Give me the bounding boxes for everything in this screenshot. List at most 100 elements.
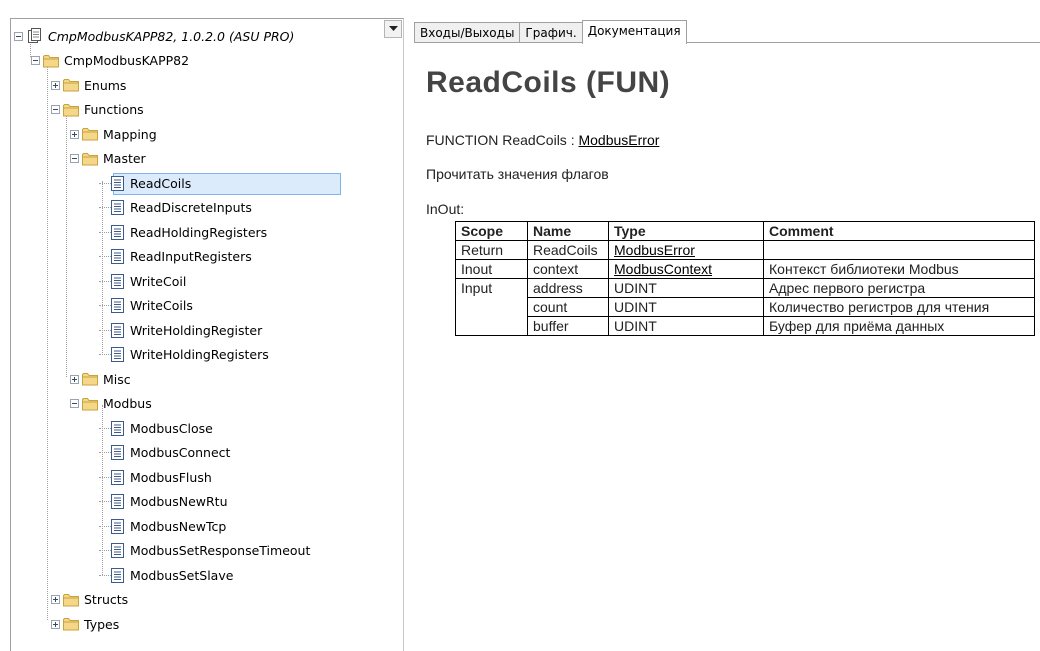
cell-name: ReadCoils bbox=[527, 240, 609, 260]
tree-item-modbusnewtcp[interactable]: ModbusNewTcp bbox=[99, 515, 227, 537]
tree-item-modbussetslave[interactable]: ModbusSetSlave bbox=[99, 564, 233, 586]
table-row: buffer UDINT Буфер для приёма данных bbox=[455, 316, 1035, 336]
tree-folder-misc[interactable]: Misc bbox=[70, 368, 131, 390]
documentation-panel: Входы/Выходы Графич. Документация ReadCo… bbox=[414, 18, 1040, 650]
tree-item-label: CmpModbusKAPP82, 1.0.2.0 (ASU PRO) bbox=[48, 28, 295, 44]
tree-branch-line bbox=[99, 574, 111, 576]
document-icon bbox=[111, 518, 124, 534]
tree-folder-mapping[interactable]: Mapping bbox=[70, 123, 157, 145]
library-icon bbox=[28, 28, 41, 43]
cell-comment: Адрес первого регистра bbox=[763, 278, 1035, 298]
tree-connector bbox=[47, 61, 48, 620]
tree-item-modbussetresponsetimeout[interactable]: ModbusSetResponseTimeout bbox=[99, 540, 310, 562]
tree-item-modbusclose[interactable]: ModbusClose bbox=[99, 417, 213, 439]
tree-folder-master[interactable]: Master bbox=[70, 148, 146, 170]
tree-item-readholdingregisters[interactable]: ReadHoldingRegisters bbox=[99, 221, 268, 243]
expand-toggle-icon[interactable] bbox=[51, 595, 60, 604]
signature-prefix: FUNCTION ReadCoils : bbox=[426, 132, 579, 148]
expand-toggle-icon[interactable] bbox=[70, 129, 79, 139]
tree-branch-line bbox=[99, 476, 111, 478]
type-link[interactable]: ModbusContext bbox=[614, 261, 712, 277]
cell-name: count bbox=[527, 297, 609, 317]
tree-item-modbusflush[interactable]: ModbusFlush bbox=[99, 466, 212, 488]
tab-graphic[interactable]: Графич. bbox=[519, 22, 583, 43]
tree-item-writecoil[interactable]: WriteCoil bbox=[99, 270, 187, 292]
cell-comment: Контекст библиотеки Modbus bbox=[763, 259, 1035, 279]
tree-item-readdiscreteinputs[interactable]: ReadDiscreteInputs bbox=[99, 197, 252, 219]
tree-folder-enums[interactable]: Enums bbox=[51, 74, 126, 96]
document-icon bbox=[111, 347, 124, 362]
tree-folder-types[interactable]: Types bbox=[51, 613, 119, 635]
tab-bar: Входы/Выходы Графич. Документация bbox=[414, 20, 687, 44]
expand-toggle-icon[interactable] bbox=[51, 80, 60, 90]
signature-type-link[interactable]: ModbusError bbox=[578, 132, 659, 148]
tab-inputs-outputs[interactable]: Входы/Выходы bbox=[414, 22, 521, 43]
tab-divider bbox=[414, 42, 1040, 43]
cell-comment: Количество регистров для чтения bbox=[763, 297, 1035, 317]
document-icon bbox=[111, 420, 124, 436]
header-type: Type bbox=[608, 221, 764, 241]
tree-branch-line bbox=[99, 256, 111, 257]
tree-item-label: Functions bbox=[84, 102, 144, 117]
tab-documentation[interactable]: Документация bbox=[581, 20, 687, 44]
tree-branch-line bbox=[99, 354, 111, 355]
cell-type: UDINT bbox=[608, 316, 764, 336]
document-icon bbox=[111, 469, 124, 485]
tree-folder-modbus[interactable]: Modbus bbox=[70, 393, 152, 415]
tree-folder-functions[interactable]: Functions bbox=[51, 99, 144, 121]
tree-item-label: Mapping bbox=[103, 126, 157, 142]
folder-icon bbox=[63, 79, 79, 92]
folder-icon bbox=[63, 618, 79, 631]
collapse-toggle-icon[interactable] bbox=[14, 31, 23, 41]
cell-type: ModbusContext bbox=[608, 259, 764, 279]
tree-item-label: Enums bbox=[84, 77, 127, 93]
document-icon bbox=[111, 543, 124, 558]
table-body: Return ReadCoils ModbusError Inout context Mo… bbox=[455, 240, 1035, 336]
tree-item-label: ModbusClose bbox=[130, 420, 213, 436]
tree-item-label: CmpModbusKAPP82 bbox=[64, 53, 190, 68]
folder-icon bbox=[82, 128, 98, 141]
tree-item-modbusnewrtu[interactable]: ModbusNewRtu bbox=[99, 491, 228, 513]
cell-type: UDINT bbox=[608, 297, 764, 317]
tree-folder-cmpmodbus[interactable]: CmpModbusKAPP82 bbox=[31, 50, 189, 72]
tree-branch-line bbox=[99, 305, 111, 306]
tree-item-writecoils[interactable]: WriteCoils bbox=[99, 295, 193, 317]
function-description: Прочитать значения флагов bbox=[426, 166, 609, 182]
tree-item-writeholdingregister[interactable]: WriteHoldingRegister bbox=[99, 319, 262, 341]
document-icon bbox=[111, 273, 124, 289]
tree-item-writeholdingregisters[interactable]: WriteHoldingRegisters bbox=[99, 344, 269, 366]
tree-branch-line bbox=[99, 525, 111, 527]
cell-scope bbox=[455, 297, 528, 317]
folder-icon bbox=[63, 593, 79, 606]
type-link[interactable]: ModbusError bbox=[614, 242, 695, 258]
collapse-toggle-icon[interactable] bbox=[31, 56, 40, 65]
tree-item-label: WriteHoldingRegisters bbox=[130, 347, 269, 362]
tree-item-modbusconnect[interactable]: ModbusConnect bbox=[99, 442, 231, 464]
expand-toggle-icon[interactable] bbox=[51, 619, 60, 629]
collapse-toggle-icon[interactable] bbox=[70, 154, 79, 163]
tree-folder-structs[interactable]: Structs bbox=[51, 589, 128, 611]
collapse-toggle-icon[interactable] bbox=[70, 399, 79, 408]
tree-item-label: ModbusConnect bbox=[130, 445, 231, 460]
tree-item-readinputregisters[interactable]: ReadInputRegisters bbox=[99, 246, 252, 268]
table-row: Input address UDINT Адрес первого регистра bbox=[455, 278, 1035, 298]
tree-root-library[interactable]: CmpModbusKAPP82, 1.0.2.0 (ASU PRO) bbox=[14, 25, 294, 47]
expand-toggle-icon[interactable] bbox=[70, 374, 79, 384]
doc-title: ReadCoils (FUN) bbox=[426, 66, 671, 99]
inout-label: InOut: bbox=[426, 201, 465, 217]
tree-item-label: ReadHoldingRegisters bbox=[130, 224, 268, 240]
tree-item-label: ModbusNewRtu bbox=[130, 494, 228, 509]
tree-item-readcoils[interactable]: ReadCoils bbox=[99, 172, 192, 194]
tree-item-label: WriteCoil bbox=[130, 273, 187, 289]
header-scope: Scope bbox=[455, 221, 528, 241]
library-tree-panel[interactable]: CmpModbusKAPP82, 1.0.2.0 (ASU PRO) CmpMod… bbox=[10, 18, 404, 651]
tree-branch-line bbox=[99, 329, 111, 331]
document-icon bbox=[111, 200, 124, 215]
tree-dropdown-button[interactable] bbox=[384, 20, 402, 38]
cell-scope: Return bbox=[455, 240, 528, 260]
tree-item-label: ReadCoils bbox=[130, 175, 192, 191]
tree-branch-line bbox=[99, 550, 111, 551]
tree-branch-line bbox=[99, 182, 111, 184]
tree-item-label: ModbusNewTcp bbox=[130, 518, 227, 534]
collapse-toggle-icon[interactable] bbox=[51, 105, 60, 114]
